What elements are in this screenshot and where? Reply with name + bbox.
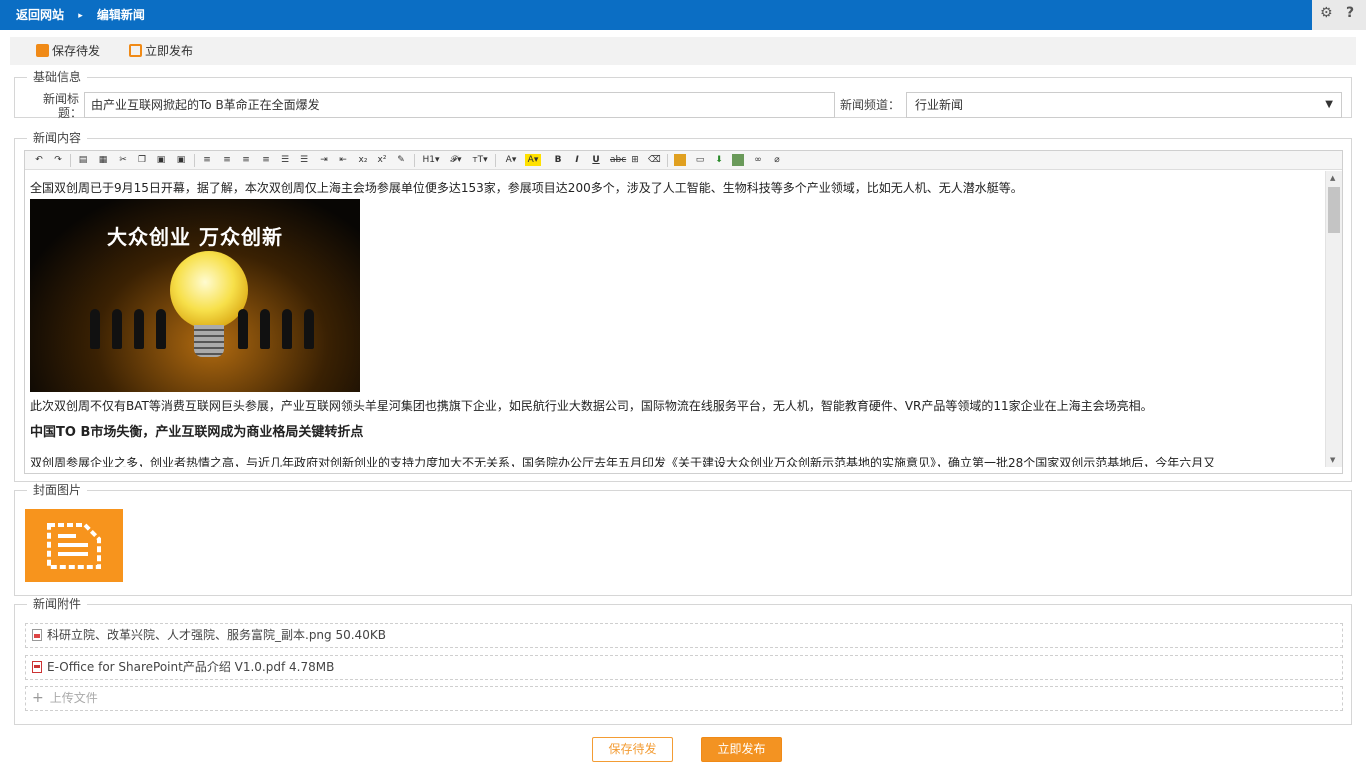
publish-now-button[interactable]: 立即发布 (701, 737, 782, 762)
cover-image-section: 封面图片 (14, 482, 1352, 596)
font-family-icon[interactable]: 𝓕▾ (447, 154, 465, 166)
lightbulb-graphic (170, 251, 248, 329)
lightbulb-base (194, 325, 224, 357)
plus-icon: + (32, 690, 44, 706)
attachment-name: E-Office for SharePoint产品介绍 V1.0.pdf 4.7… (47, 660, 335, 674)
strikethrough-icon[interactable]: abc (610, 154, 626, 166)
content-heading: 中国TO B市场失衡，产业互联网成为商业格局关键转折点 (30, 425, 364, 440)
picture-icon[interactable] (732, 154, 744, 166)
subscript-icon[interactable]: x₂ (357, 154, 369, 166)
preview-icon[interactable]: ▤ (77, 154, 89, 166)
news-content-legend: 新闻内容 (27, 130, 88, 146)
outdent-icon[interactable]: ⇤ (337, 154, 349, 166)
figure-silhouette (260, 309, 270, 349)
help-icon[interactable]: ? (1346, 5, 1354, 21)
clear-format-icon[interactable]: ⌫ (648, 154, 661, 166)
scrollbar-thumb[interactable] (1328, 187, 1340, 233)
chevron-right-icon: ▸ (78, 11, 83, 21)
figure-silhouette (282, 309, 292, 349)
format-painter-icon[interactable]: ✎ (395, 154, 407, 166)
indent-icon[interactable]: ⇥ (318, 154, 330, 166)
figure-silhouette (156, 309, 166, 349)
content-paragraph-1: 全国双创周已于9月15日开幕，据了解，本次双创周仅上海主会场参展单位便多达153… (30, 181, 1023, 195)
align-left-icon[interactable]: ≡ (201, 154, 213, 166)
figure-silhouette (90, 309, 100, 349)
rich-text-editor[interactable]: ↶ ↷ ▤ ▦ ✂ ❐ ▣ ▣ ≡ ≡ ≡ ≡ ☰ ☰ ⇥ ⇤ x₂ x² ✎ … (24, 150, 1343, 474)
channel-selected-value: 行业新闻 (915, 98, 964, 112)
editor-content[interactable]: 全国双创周已于9月15日开幕，据了解，本次双创周仅上海主会场参展单位便多达153… (25, 171, 1325, 467)
image-icon[interactable] (674, 154, 686, 166)
banner-image: 大众创业 万众创新 (30, 199, 360, 392)
upload-file-label: 上传文件 (49, 691, 98, 705)
upload-file-button[interactable]: + 上传文件 (25, 686, 1343, 711)
scroll-down-icon[interactable]: ▼ (1330, 456, 1335, 464)
image-file-icon (32, 629, 42, 641)
font-size-icon[interactable]: тT▾ (471, 154, 489, 166)
breadcrumb: 返回网站 ▸ 编辑新闻 (16, 0, 145, 30)
paste-text-icon[interactable]: ▣ (175, 154, 187, 166)
paste-icon[interactable]: ▣ (155, 154, 167, 166)
topbar-tools: ⚙ ? (1312, 0, 1366, 30)
attachments-legend: 新闻附件 (27, 596, 88, 612)
title-label-line2: 题： (58, 106, 83, 120)
edit-icon (129, 44, 142, 57)
align-right-icon[interactable]: ≡ (240, 154, 252, 166)
redo-icon[interactable]: ↷ (52, 154, 64, 166)
figure-silhouette (134, 309, 144, 349)
insert-icon[interactable]: ⬇ (713, 154, 725, 166)
figure-silhouette (112, 309, 122, 349)
banner-text: 大众创业 万众创新 (107, 225, 283, 249)
editor-toolbar: ↶ ↷ ▤ ▦ ✂ ❐ ▣ ▣ ≡ ≡ ≡ ≡ ☰ ☰ ⇥ ⇤ x₂ x² ✎ … (25, 151, 1342, 170)
cover-image-thumbnail[interactable] (25, 509, 123, 582)
highlight-icon[interactable]: A▾ (525, 154, 541, 166)
save-draft-button[interactable]: 保存待发 (592, 737, 673, 762)
attachment-item[interactable]: E-Office for SharePoint产品介绍 V1.0.pdf 4.7… (25, 655, 1343, 680)
font-color-icon[interactable]: A▾ (503, 154, 519, 166)
channel-select[interactable]: 行业新闻 ▼ (906, 92, 1342, 118)
heading-icon[interactable]: H1▾ (421, 154, 441, 166)
media-icon[interactable]: ▭ (694, 154, 706, 166)
current-page-title: 编辑新闻 (96, 8, 145, 22)
news-title-input[interactable]: 由产业互联网掀起的To B革命正在全面爆发 (84, 92, 835, 118)
unordered-list-icon[interactable]: ☰ (298, 154, 310, 166)
table-icon[interactable]: ⊞ (629, 154, 641, 166)
content-paragraph-2: 此次双创周不仅有BAT等消费互联网巨头参展，产业互联网领头羊星河集团也携旗下企业… (30, 399, 1153, 413)
publish-now-action[interactable]: 立即发布 (129, 37, 193, 65)
bold-icon[interactable]: B (552, 154, 564, 166)
figure-silhouette (304, 309, 314, 349)
editor-scrollbar[interactable]: ▲ ▼ (1325, 171, 1342, 467)
superscript-icon[interactable]: x² (376, 154, 388, 166)
publish-now-label: 立即发布 (145, 44, 194, 58)
copy-icon[interactable]: ❐ (136, 154, 148, 166)
gear-icon[interactable]: ⚙ (1320, 5, 1333, 21)
basic-info-legend: 基础信息 (27, 69, 88, 85)
action-toolbar: 保存待发 立即发布 (10, 37, 1356, 65)
cut-icon[interactable]: ✂ (117, 154, 129, 166)
title-label-line1: 新闻标 (43, 92, 80, 106)
save-draft-action[interactable]: 保存待发 (36, 37, 100, 65)
top-bar: 返回网站 ▸ 编辑新闻 ⚙ ? (0, 0, 1366, 30)
figure-silhouette (238, 309, 248, 349)
ordered-list-icon[interactable]: ☰ (279, 154, 291, 166)
back-to-site-link[interactable]: 返回网站 (16, 0, 64, 30)
attachment-item[interactable]: 科研立院、改革兴院、人才强院、服务富院_副本.png 50.40KB (25, 623, 1343, 648)
justify-icon[interactable]: ≡ (260, 154, 272, 166)
align-center-icon[interactable]: ≡ (221, 154, 233, 166)
undo-icon[interactable]: ↶ (33, 154, 45, 166)
cover-image-legend: 封面图片 (27, 482, 88, 498)
save-icon (36, 44, 49, 57)
underline-icon[interactable]: U (590, 154, 602, 166)
pdf-file-icon (32, 661, 42, 673)
scroll-up-icon[interactable]: ▲ (1330, 174, 1335, 182)
link-icon[interactable]: ∞ (752, 154, 764, 166)
document-icon (47, 523, 101, 569)
chevron-down-icon: ▼ (1325, 99, 1333, 110)
italic-icon[interactable]: I (571, 154, 583, 166)
content-paragraph-3: 双创周参展企业之多，创业者热情之高，与近几年政府对创新创业的支持力度加大不无关系… (30, 456, 1216, 467)
save-draft-label: 保存待发 (52, 44, 101, 58)
channel-label: 新闻频道： (840, 98, 901, 112)
unlink-icon[interactable]: ⌀ (771, 154, 783, 166)
attachment-name: 科研立院、改革兴院、人才强院、服务富院_副本.png 50.40KB (47, 628, 386, 642)
template-icon[interactable]: ▦ (97, 154, 109, 166)
